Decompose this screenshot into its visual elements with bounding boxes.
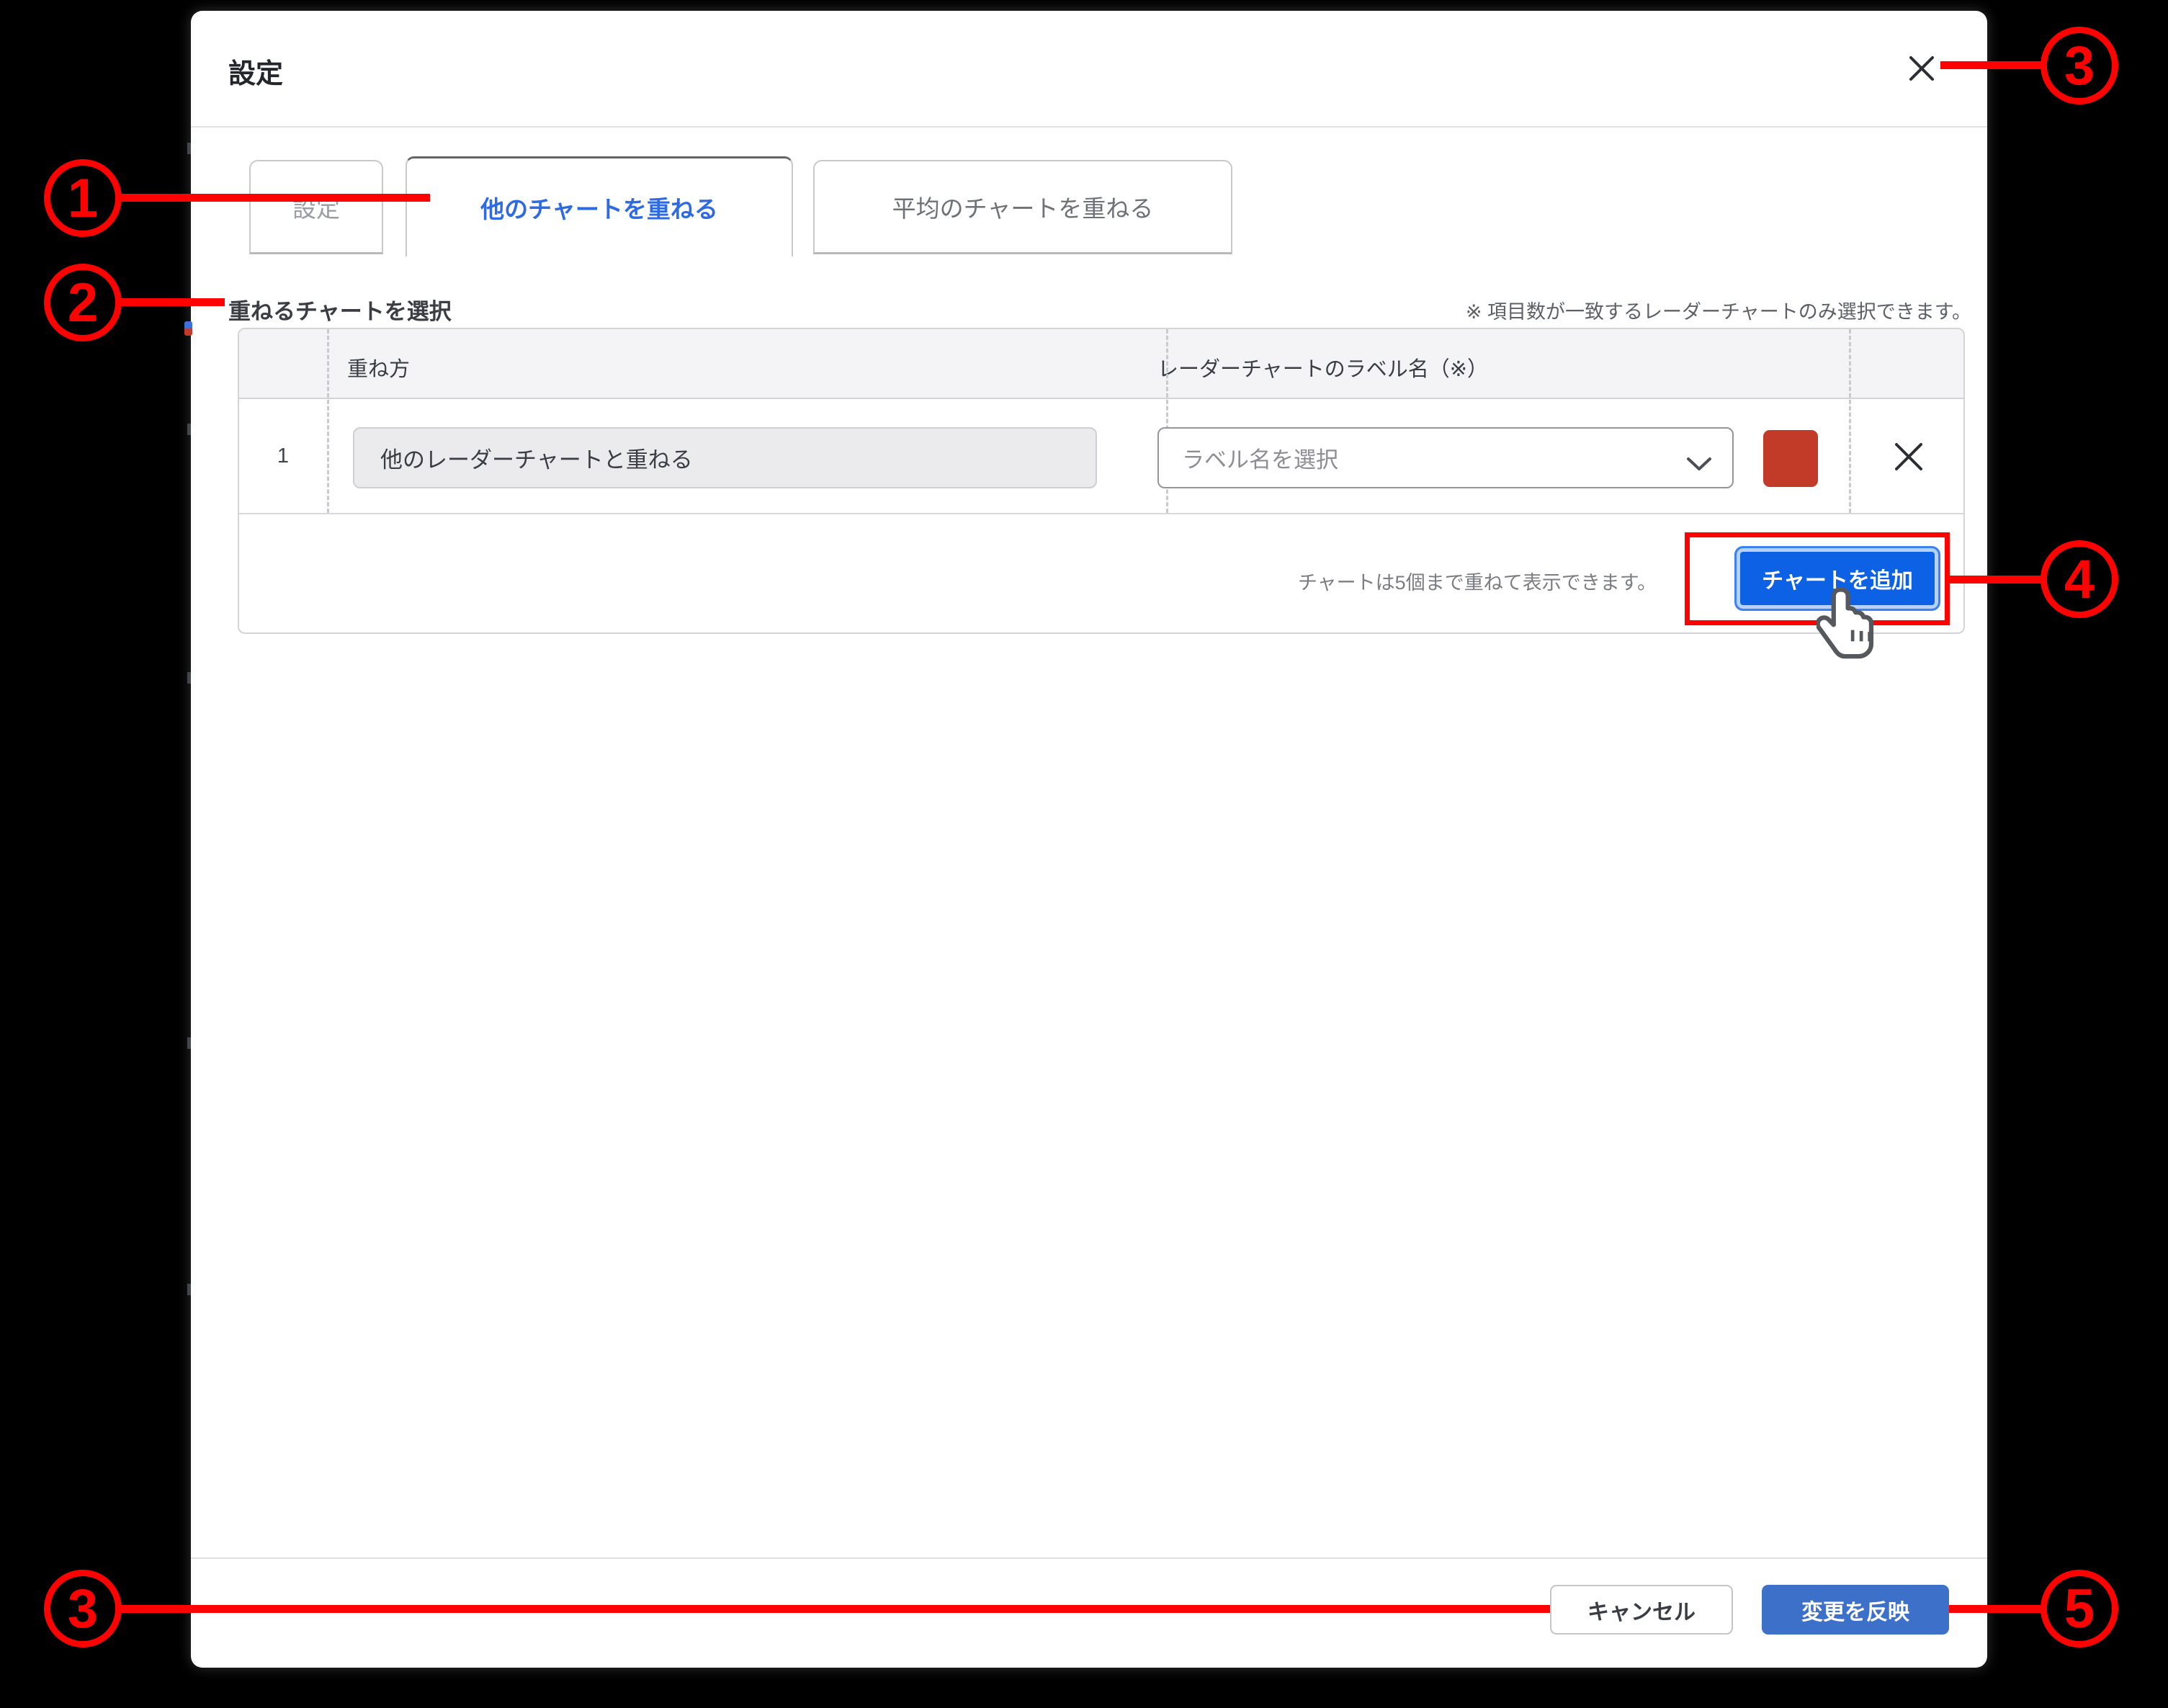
hand-cursor-icon bbox=[1815, 585, 1884, 675]
tab-overlay-other-chart[interactable]: 他のチャートを重ねる bbox=[406, 156, 793, 256]
add-chart-hint: チャートは5個まで重ねて表示できます。 bbox=[1297, 572, 1657, 594]
overlay-method-input[interactable]: 他のレーダーチャートと重ねる bbox=[353, 427, 1097, 488]
background-artifact bbox=[187, 1284, 191, 1295]
background-artifact bbox=[187, 672, 191, 684]
annotation-line-4 bbox=[1950, 576, 2044, 584]
annotation-line-2 bbox=[107, 298, 225, 306]
chevron-down-icon bbox=[1686, 452, 1712, 478]
screenshot-canvas: 設定 設定 他のチャートを重ねる 平均のチャートを重ねる 重ねるチャートを選択 … bbox=[0, 0, 2168, 1708]
column-header-label: レーダーチャートのラベル名（※） bbox=[1157, 358, 1489, 381]
cancel-button-label: キャンセル bbox=[1587, 1600, 1696, 1624]
annotation-circle-5: 5 bbox=[2041, 1570, 2118, 1647]
close-icon bbox=[1899, 56, 1945, 94]
annotation-line-3-top bbox=[1940, 61, 2044, 69]
label-name-select[interactable]: ラベル名を選択 bbox=[1157, 427, 1734, 488]
tab-overlay-average-chart[interactable]: 平均のチャートを重ねる bbox=[813, 160, 1232, 254]
annotation-circle-3-bottom: 3 bbox=[44, 1570, 122, 1647]
close-button[interactable] bbox=[1899, 45, 1945, 91]
column-header-method: 重ね方 bbox=[347, 358, 411, 381]
annotation-circle-2: 2 bbox=[44, 264, 122, 341]
row-divider bbox=[239, 513, 1963, 514]
background-artifact bbox=[187, 143, 191, 154]
delete-icon bbox=[1892, 440, 1925, 477]
column-separator bbox=[1849, 329, 1851, 513]
annotation-line-5 bbox=[1949, 1605, 2044, 1613]
apply-button[interactable]: 変更を反映 bbox=[1762, 1585, 1949, 1635]
row-index: 1 bbox=[277, 444, 290, 468]
section-heading: 重ねるチャートを選択 bbox=[228, 299, 452, 324]
table-header-row bbox=[239, 329, 1963, 399]
background-artifact bbox=[187, 424, 191, 435]
delete-row-button[interactable] bbox=[1874, 429, 1943, 488]
annotation-circle-4: 4 bbox=[2041, 540, 2118, 618]
tab-label: 他のチャートを重ねる bbox=[480, 196, 718, 223]
settings-dialog: 設定 設定 他のチャートを重ねる 平均のチャートを重ねる 重ねるチャートを選択 … bbox=[191, 11, 1987, 1668]
annotation-circle-1: 1 bbox=[44, 159, 122, 237]
apply-button-label: 変更を反映 bbox=[1801, 1600, 1909, 1624]
overlay-method-value: 他のレーダーチャートと重ねる bbox=[380, 447, 693, 473]
tab-label: 平均のチャートを重ねる bbox=[892, 195, 1154, 222]
footer-divider bbox=[191, 1557, 1987, 1559]
annotation-circle-3-top: 3 bbox=[2041, 27, 2118, 104]
annotation-line-3-bottom bbox=[115, 1605, 1550, 1613]
background-artifact bbox=[187, 1037, 191, 1049]
label-select-placeholder: ラベル名を選択 bbox=[1182, 447, 1338, 473]
column-separator bbox=[327, 329, 329, 513]
tab-settings[interactable]: 設定 bbox=[249, 160, 383, 254]
header-divider bbox=[191, 126, 1987, 128]
background-artifact bbox=[184, 321, 192, 336]
dialog-title: 設定 bbox=[228, 59, 284, 89]
section-note: ※ 項目数が一致するレーダーチャートのみ選択できます。 bbox=[1465, 301, 1971, 323]
cancel-button[interactable]: キャンセル bbox=[1550, 1585, 1733, 1635]
chart-color-swatch[interactable] bbox=[1763, 430, 1818, 487]
annotation-line-1 bbox=[104, 194, 430, 202]
